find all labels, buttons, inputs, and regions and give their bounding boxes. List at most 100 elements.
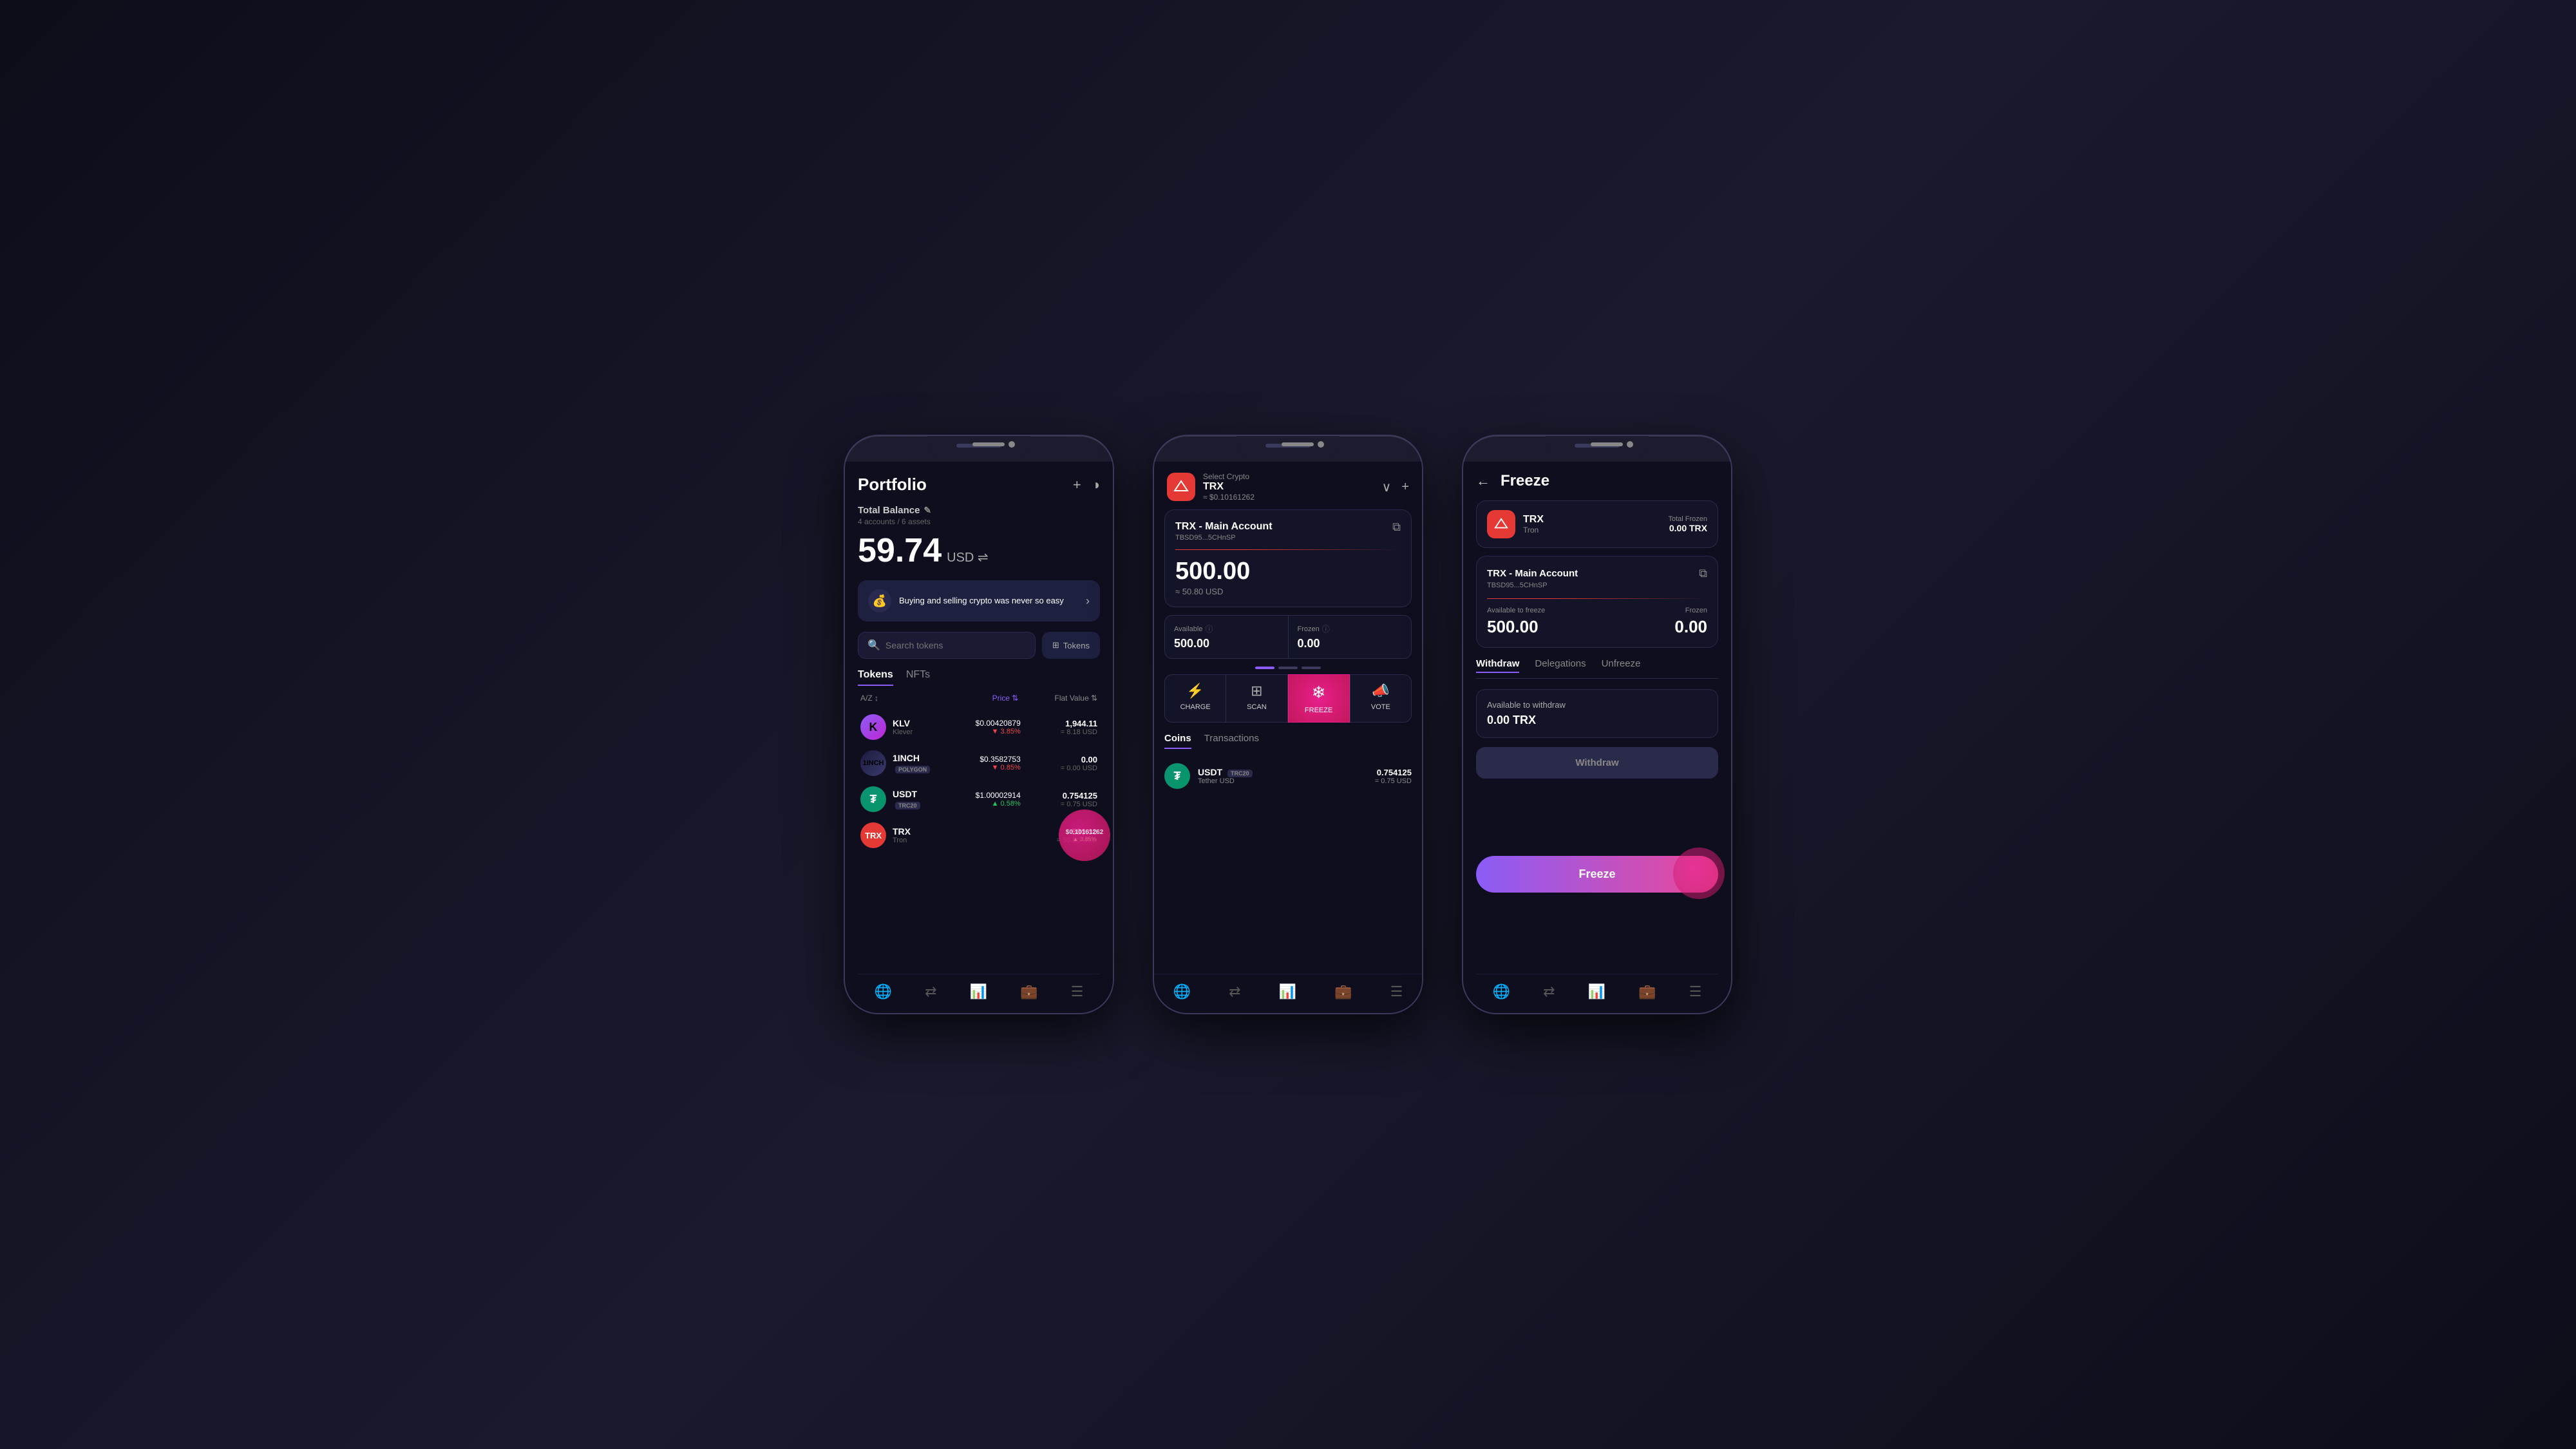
freeze-available-group: Available to freeze 500.00 [1487,607,1545,637]
coin-list-item-usdt[interactable]: ₮ USDT TRC20 Tether USD 0.754125 = 0.75 … [1154,757,1422,795]
klv-logo: K [860,714,886,740]
freeze-icon: ❄ [1312,683,1326,703]
vote-btn[interactable]: 📣 VOTE [1350,674,1412,723]
trx-header-logo [1167,473,1195,501]
tab-transactions[interactable]: Transactions [1204,733,1259,749]
freeze-top-right: Total Frozen 0.00 TRX [1668,515,1707,533]
tokens-label: Tokens [1063,641,1090,650]
usdt-val-main: 0.754125 [1375,768,1412,777]
freeze-btn[interactable]: ❄ FREEZE [1288,674,1350,723]
scene: Portfolio + ◑ Total Balance ✎ 4 accounts… [0,0,2576,1449]
promo-text: Buying and selling crypto was never so e… [899,595,1078,607]
freeze-label: FREEZE [1305,706,1332,714]
klv-sub: Klever [893,728,944,736]
back-button[interactable]: ← [1476,473,1490,489]
freeze-cta-bubble [1673,848,1725,899]
th-value[interactable]: Flat Value ⇅ [1018,694,1097,703]
nav-chart-1[interactable]: 📊 [970,983,987,1000]
withdraw-button[interactable]: Withdraw [1476,747,1718,779]
trx-header-price: ≈ $0.10161262 [1203,493,1374,502]
search-box[interactable]: 🔍 [858,632,1036,659]
usdt-value: 0.754125 [1021,791,1097,800]
nav-menu-3[interactable]: ☰ [1689,983,1702,1000]
search-input[interactable] [886,640,1026,650]
token-row-trx[interactable]: TRX TRX Tron 500.00 = 50.80 USD $0.10161… [858,817,1100,853]
nav-wallet-2[interactable]: 💼 [1334,983,1352,1000]
klv-info: KLV Klever [893,718,944,736]
nav-swap-1[interactable]: ⇄ [925,983,936,1000]
trx-bubble-price: $0.10161262 [1066,829,1103,836]
nav-menu-1[interactable]: ☰ [1071,983,1084,1000]
freeze-available-val: 500.00 [1487,617,1545,637]
nav-swap-3[interactable]: ⇄ [1543,983,1555,1000]
copy-icon-freeze[interactable]: ⧉ [1699,567,1707,580]
usdt-logo: ₮ [860,786,886,812]
promo-banner[interactable]: 💰 Buying and selling crypto was never so… [858,580,1100,621]
slide-dot-2 [1278,667,1298,669]
tab-coins[interactable]: Coins [1164,733,1191,749]
scan-btn[interactable]: ⊞ SCAN [1226,674,1287,723]
nav-swap-2[interactable]: ⇄ [1229,983,1240,1000]
copy-icon-trx[interactable]: ⧉ [1392,520,1401,534]
tab-delegations[interactable]: Delegations [1535,658,1586,673]
info-icon-frozen: ⓘ [1322,623,1330,634]
phone3-content: ← Freeze TRX Tron Total Frozen [1463,462,1731,1013]
withdraw-label: Available to withdraw [1487,700,1707,710]
freeze-top-sub: Tron [1523,526,1660,535]
add-icon-trx[interactable]: + [1401,480,1409,495]
tab-nfts[interactable]: NFTs [906,669,930,686]
nav-home-2[interactable]: 🌐 [1173,983,1191,1000]
th-price[interactable]: Price ⇅ [940,694,1019,703]
trx-main-card: TRX - Main Account ⧉ TBSD95...5CHnSP 500… [1164,509,1412,607]
freeze-cta: Freeze [1476,856,1718,893]
trx-name: TRX [893,826,974,837]
nav-wallet-1[interactable]: 💼 [1020,983,1037,1000]
trx-select-label: Select Crypto [1203,472,1374,481]
usdt-coin-name: USDT TRC20 [1198,767,1367,777]
trx-card-amount: 500.00 [1175,558,1401,585]
withdraw-card: Available to withdraw 0.00 TRX [1476,689,1718,738]
token-tabs-row: Tokens NFTs [858,669,1100,686]
usdt-price-col: $1.00002914 ▲ 0.58% [944,791,1021,808]
info-icon-available: ⓘ [1205,623,1213,634]
oneinch-change: ▼ 0.85% [944,764,1021,772]
tab-unfreeze[interactable]: Unfreeze [1602,658,1641,673]
nav-wallet-3[interactable]: 💼 [1638,983,1656,1000]
nav-home-3[interactable]: 🌐 [1493,983,1510,1000]
th-name[interactable]: A/Z ↕ [860,694,940,703]
token-row-klv[interactable]: K KLV Klever $0.00420879 ▼ 3.85% 1,944.1… [858,709,1100,745]
freeze-acc-divider [1487,598,1707,599]
balance-edit-icon[interactable]: ✎ [923,505,931,516]
trx-header: Select Crypto TRX ≈ $0.10161262 ∨ + [1154,462,1422,509]
status-bar-2 [1236,441,1340,448]
tokens-btn[interactable]: ⊞ Tokens [1042,632,1100,659]
nav-menu-2[interactable]: ☰ [1390,983,1403,1000]
promo-arrow: › [1086,594,1090,608]
chevron-down-icon[interactable]: ∨ [1382,479,1392,495]
trx-info: TRX Tron [893,826,974,844]
nav-chart-3[interactable]: 📊 [1588,983,1605,1000]
pie-icon[interactable]: ◑ [1092,477,1100,493]
trx-header-name: TRX [1203,481,1374,493]
tab-tokens[interactable]: Tokens [858,669,893,686]
tab-withdraw[interactable]: Withdraw [1476,658,1519,673]
freeze-top-name: TRX [1523,514,1660,526]
usdt-coin-value: 0.754125 = 0.75 USD [1375,768,1412,785]
scan-label: SCAN [1247,703,1267,711]
freeze-account-card: TRX - Main Account ⧉ TBSD95...5CHnSP Ava… [1476,556,1718,648]
freeze-acc-header: TRX - Main Account ⧉ [1487,567,1707,580]
token-row-usdt[interactable]: ₮ USDT TRC20 $1.00002914 ▲ 0.58% 0.75412… [858,781,1100,817]
nav-chart-2[interactable]: 📊 [1279,983,1296,1000]
nav-home-1[interactable]: 🌐 [875,983,892,1000]
charge-btn[interactable]: ⚡ CHARGE [1164,674,1226,723]
add-icon[interactable]: + [1073,477,1081,493]
trx-card-title: TRX - Main Account [1175,521,1273,533]
balance-amount: 59.74 USD ⇌ [858,531,1100,570]
oneinch-price: $0.3582753 [944,755,1021,764]
status-dot-3 [1627,441,1633,448]
trx-card-divider [1175,549,1401,550]
usdt-info: USDT TRC20 [893,789,944,810]
token-row-1inch[interactable]: 1INCH 1INCH POLYGON $0.3582753 ▼ 0.85% 0… [858,745,1100,781]
klv-value: 1,944.11 [1021,719,1097,728]
freeze-top-logo [1487,510,1515,538]
